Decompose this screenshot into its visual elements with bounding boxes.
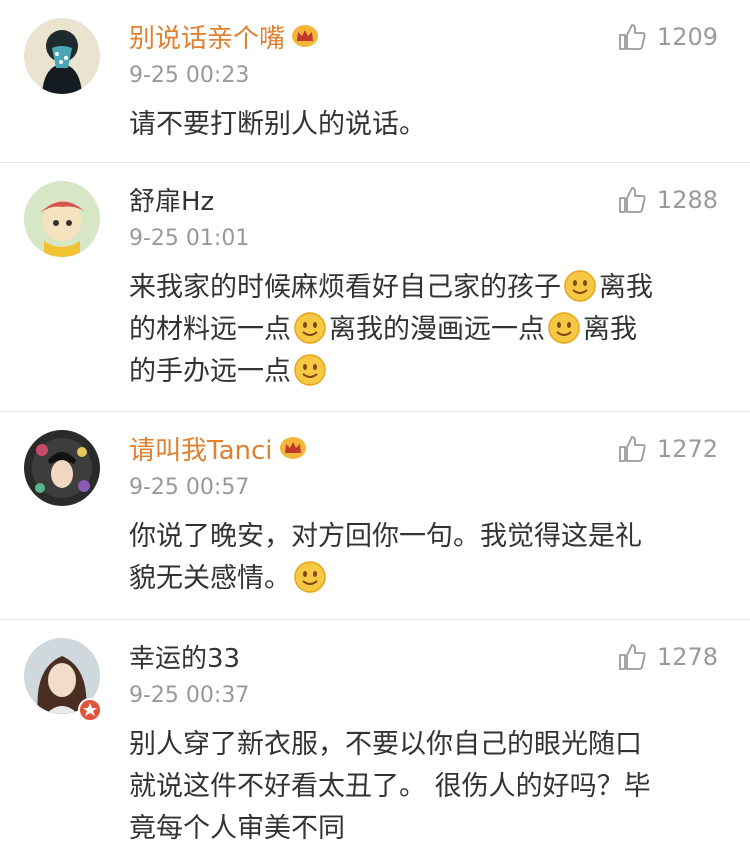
like-button[interactable]: 1272 [617,434,718,464]
text-segment: 你说了晚安，对方回你一句。我觉得这是礼 [129,521,642,552]
smile-emoji-icon [293,560,327,594]
timestamp: 9-25 00:23 [129,63,250,88]
comment-item: 舒扉Hz 9-25 01:01 1288 来我家的时候麻烦看好自己家的孩子 离我 … [0,163,750,412]
like-button[interactable]: 1209 [617,22,718,52]
smile-emoji-icon [293,353,327,387]
smile-emoji-icon [293,311,327,345]
username-text[interactable]: 请叫我Tanci [129,436,273,466]
text-segment: 貌无关感情。 [129,563,291,594]
username[interactable]: 请叫我Tanci [129,434,307,469]
like-count: 1278 [656,643,718,671]
like-count: 1272 [656,435,718,463]
like-count: 1209 [656,23,718,51]
thumbs-up-icon [619,436,646,462]
thumbs-up-icon [619,644,646,670]
thumbs-up-icon [619,24,646,50]
thumbs-up-icon [619,187,646,213]
crown-icon [291,23,319,57]
username-text[interactable]: 舒扉Hz [129,187,214,217]
like-button[interactable]: 1278 [617,642,718,672]
text-segment: 离我的漫画远一点 [329,314,545,345]
text-segment: 就说这件不好看太丑了。 很伤人的好吗？毕 [129,771,651,802]
like-count: 1288 [656,186,718,214]
username[interactable]: 舒扉Hz [129,185,214,219]
timestamp: 9-25 00:37 [129,683,250,708]
comment-item: 别说话亲个嘴 9-25 00:23 1209 请不要打断别人的说话。 [0,0,750,163]
comment-text: 别人穿了新衣服，不要以你自己的眼光随口 就说这件不好看太丑了。 很伤人的好吗？毕… [129,724,719,850]
username-text[interactable]: 别说话亲个嘴 [129,24,285,54]
text-segment: 竟每个人审美不同 [129,813,345,844]
crown-icon [279,435,307,469]
timestamp: 9-25 00:57 [129,475,250,500]
username-text[interactable]: 幸运的33 [129,644,240,674]
comment-text: 你说了晚安，对方回你一句。我觉得这是礼 貌无关感情。 [129,516,719,600]
text-segment: 的材料远一点 [129,314,291,345]
like-button[interactable]: 1288 [617,185,718,215]
smile-emoji-icon [547,311,581,345]
avatar[interactable] [24,430,100,506]
text-segment: 来我家的时候麻烦看好自己家的孩子 [129,272,561,303]
comment-text: 来我家的时候麻烦看好自己家的孩子 离我 的材料远一点 离我的漫画远一点 离我 的手办远… [129,267,719,393]
avatar[interactable] [24,181,100,257]
smile-emoji-icon [563,269,597,303]
text-segment: 别人穿了新衣服，不要以你自己的眼光随口 [129,729,642,760]
avatar[interactable] [24,18,100,94]
verified-badge-icon [78,698,102,722]
comment-text: 请不要打断别人的说话。 [129,104,719,146]
text-segment: 请不要打断别人的说话。 [129,109,426,140]
username[interactable]: 别说话亲个嘴 [129,22,319,57]
comment-item: 幸运的33 9-25 00:37 1278 别人穿了新衣服，不要以你自己的眼光随… [0,620,750,864]
text-segment: 离我 [599,272,653,303]
comment-item: 请叫我Tanci 9-25 00:57 1272 你说了晚安，对方回你一句。我觉… [0,412,750,620]
text-segment: 离我 [583,314,637,345]
username[interactable]: 幸运的33 [129,642,240,676]
text-segment: 的手办远一点 [129,356,291,387]
timestamp: 9-25 01:01 [129,226,250,251]
